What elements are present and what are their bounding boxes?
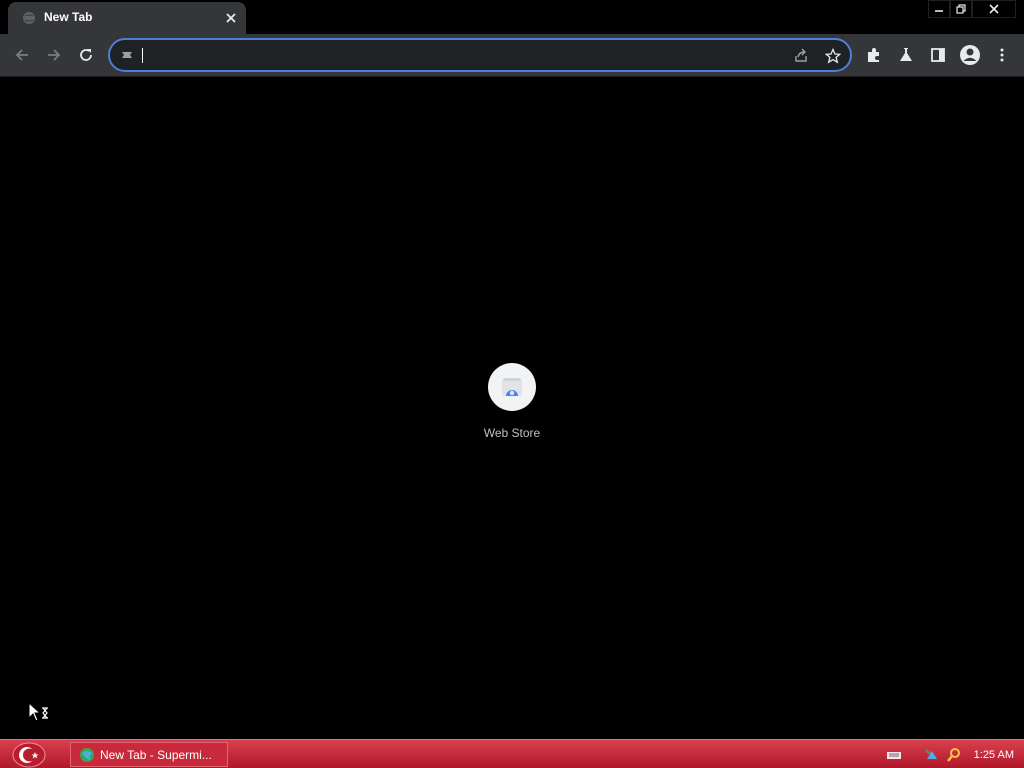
search-engine-icon xyxy=(122,52,132,58)
shortcut-label: Web Store xyxy=(483,426,541,440)
back-arrow-icon xyxy=(15,49,28,61)
flask-icon xyxy=(900,48,912,61)
taskbar: New Tab - Supermi... 1:25 AM xyxy=(0,739,1024,768)
bookmark-star-button[interactable] xyxy=(822,45,844,67)
system-tray: 1:25 AM xyxy=(886,741,1024,768)
close-icon xyxy=(226,13,236,23)
network-icon[interactable] xyxy=(924,747,940,763)
kebab-menu-icon xyxy=(1000,48,1004,62)
new-tab-page: Web Store xyxy=(0,77,1024,739)
menu-button[interactable] xyxy=(988,41,1016,69)
forward-arrow-icon xyxy=(48,49,61,61)
back-button[interactable] xyxy=(8,41,36,69)
busy-cursor-icon xyxy=(28,702,48,722)
minimize-icon xyxy=(935,10,943,12)
share-button[interactable] xyxy=(790,45,812,67)
globe-icon xyxy=(23,12,35,24)
clock: 1:25 AM xyxy=(973,748,1014,761)
web-store-icon xyxy=(502,378,522,396)
reload-icon xyxy=(80,49,92,61)
text-caret xyxy=(142,48,143,63)
shortcut-web-store[interactable]: Web Store xyxy=(472,363,552,443)
close-icon xyxy=(989,4,999,14)
minimize-button[interactable] xyxy=(928,0,950,18)
shortcut-icon-container xyxy=(488,363,536,411)
taskbar-item-browser[interactable]: New Tab - Supermi... xyxy=(70,742,228,767)
tab-strip: New Tab xyxy=(0,0,1024,34)
window-close-button[interactable] xyxy=(972,0,1016,18)
reload-button[interactable] xyxy=(72,41,100,69)
side-panel-button[interactable] xyxy=(924,41,952,69)
browser-toolbar xyxy=(0,34,1024,77)
tab-new-tab[interactable]: New Tab xyxy=(8,2,246,34)
side-panel-icon xyxy=(931,48,945,62)
start-button[interactable] xyxy=(10,741,48,768)
start-logo-icon xyxy=(12,742,46,767)
restore-icon xyxy=(956,4,966,14)
forward-button[interactable] xyxy=(40,41,68,69)
address-input[interactable] xyxy=(140,44,760,66)
tab-close-button[interactable] xyxy=(222,9,240,27)
search-icon[interactable] xyxy=(946,747,962,763)
window-controls xyxy=(928,0,1016,18)
omnibox[interactable] xyxy=(108,38,852,72)
restore-button[interactable] xyxy=(950,0,972,18)
keyboard-icon[interactable] xyxy=(886,747,902,763)
share-icon xyxy=(795,48,807,62)
tab-title: New Tab xyxy=(44,10,93,24)
puzzle-icon xyxy=(868,48,879,62)
labs-button[interactable] xyxy=(892,41,920,69)
account-circle-icon xyxy=(960,45,980,65)
browser-globe-icon xyxy=(80,747,94,762)
extensions-button[interactable] xyxy=(860,41,888,69)
taskbar-item-label: New Tab - Supermi... xyxy=(100,747,212,762)
star-icon xyxy=(825,48,841,64)
profile-button[interactable] xyxy=(956,41,984,69)
